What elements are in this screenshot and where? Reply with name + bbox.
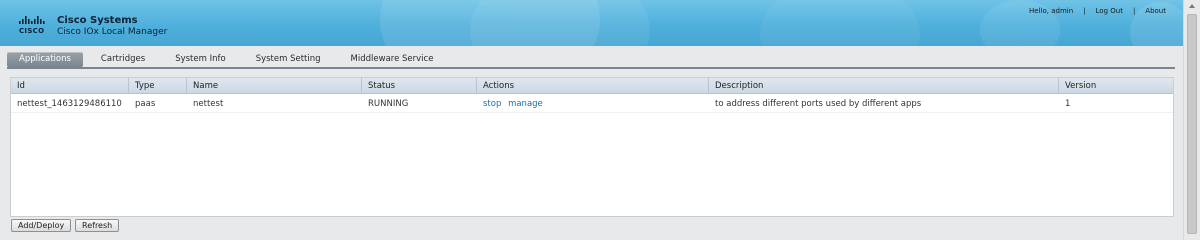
cell-version: 1 xyxy=(1065,99,1071,109)
applications-table: Id Type Name Status Actions Description … xyxy=(10,77,1174,217)
table-row[interactable]: nettest_1463129486110 paas nettest RUNNI… xyxy=(11,95,1173,113)
app-header: CISCO Cisco Systems Cisco IOx Local Mana… xyxy=(0,0,1183,46)
cell-actions: stop manage xyxy=(477,95,709,113)
column-header-type[interactable]: Type xyxy=(129,78,187,94)
tab-underline xyxy=(7,67,1175,69)
product-name: Cisco IOx Local Manager xyxy=(57,27,168,37)
table-header: Id Type Name Status Actions Description … xyxy=(11,78,1173,94)
column-header-description[interactable]: Description xyxy=(709,78,1059,94)
refresh-button[interactable]: Refresh xyxy=(75,219,119,232)
tab-applications[interactable]: Applications xyxy=(7,51,83,67)
main-tabs: Applications Cartridges System Info Syst… xyxy=(7,49,451,69)
company-name: Cisco Systems xyxy=(57,15,138,26)
link-separator: | xyxy=(1083,7,1086,15)
column-header-version[interactable]: Version xyxy=(1059,78,1175,94)
user-greeting: Hello, admin xyxy=(1029,7,1074,15)
column-header-id[interactable]: Id xyxy=(11,78,129,94)
user-links: Hello, admin | Log Out | About xyxy=(1029,7,1166,15)
scroll-up-arrow-icon[interactable] xyxy=(1189,4,1195,8)
logout-link[interactable]: Log Out xyxy=(1096,7,1123,15)
cell-description: to address different ports used by diffe… xyxy=(715,99,922,109)
column-header-name[interactable]: Name xyxy=(187,78,362,94)
cisco-logo-text: CISCO xyxy=(19,27,45,35)
manage-action-link[interactable]: manage xyxy=(508,99,543,109)
tab-system-info[interactable]: System Info xyxy=(163,52,238,67)
tab-cartridges[interactable]: Cartridges xyxy=(89,52,157,67)
column-header-status[interactable]: Status xyxy=(362,78,477,94)
tab-middleware-service[interactable]: Middleware Service xyxy=(339,52,446,67)
add-deploy-button[interactable]: Add/Deploy xyxy=(11,219,71,232)
scrollbar-thumb[interactable] xyxy=(1187,14,1197,234)
header-decoration xyxy=(760,0,920,46)
stop-action-link[interactable]: stop xyxy=(483,99,501,109)
about-link[interactable]: About xyxy=(1145,7,1166,15)
cell-id: nettest_1463129486110 xyxy=(17,99,122,109)
page-scrollbar[interactable] xyxy=(1183,0,1200,240)
cell-status: RUNNING xyxy=(368,99,409,109)
tab-system-setting[interactable]: System Setting xyxy=(244,52,333,67)
header-decoration xyxy=(470,0,650,46)
cell-name: nettest xyxy=(193,99,224,109)
cell-type: paas xyxy=(135,99,156,109)
link-separator: | xyxy=(1132,7,1136,15)
column-header-actions[interactable]: Actions xyxy=(477,78,709,94)
